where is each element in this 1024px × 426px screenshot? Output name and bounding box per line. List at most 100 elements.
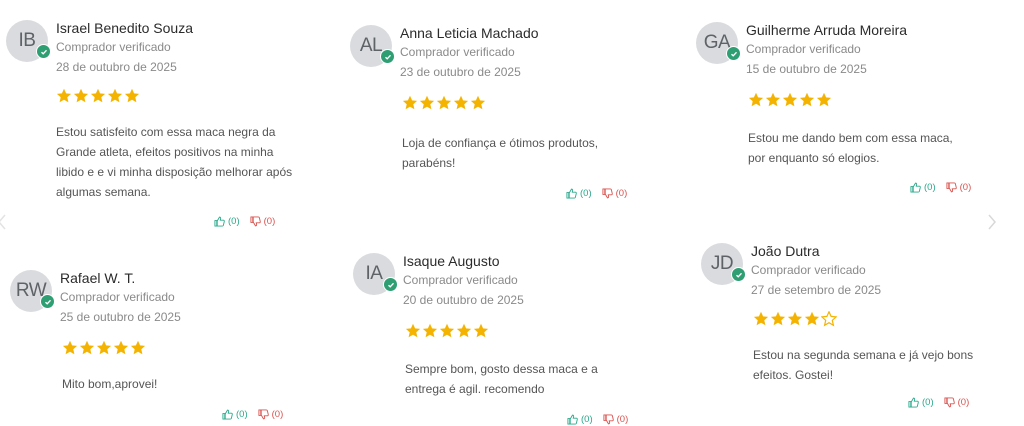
downvote-count: (0) bbox=[263, 216, 276, 227]
star-filled-icon bbox=[470, 95, 486, 110]
upvote-button[interactable]: (0) bbox=[567, 414, 593, 425]
upvote-count: (0) bbox=[580, 188, 592, 199]
avatar: AL bbox=[350, 25, 395, 67]
downvote-count: (0) bbox=[957, 397, 970, 408]
review-text: Estou na segunda semana e já vejo bons e… bbox=[753, 348, 974, 382]
thumbs-up-icon bbox=[910, 182, 921, 193]
review-text: Sempre bom, gosto dessa maca e a entrega… bbox=[405, 362, 598, 396]
carousel-next-button[interactable] bbox=[986, 212, 998, 232]
downvote-count: (0) bbox=[271, 409, 284, 420]
thumbs-up-icon bbox=[222, 409, 233, 420]
star-filled-icon bbox=[748, 92, 764, 107]
star-filled-icon bbox=[799, 92, 815, 107]
chevron-right-icon bbox=[988, 214, 996, 230]
thumbs-down-icon bbox=[603, 414, 614, 425]
upvote-button[interactable]: (0) bbox=[222, 409, 248, 420]
star-empty-icon bbox=[821, 311, 837, 327]
downvote-button[interactable]: (0) bbox=[250, 216, 276, 227]
downvote-button[interactable]: (0) bbox=[602, 188, 628, 199]
thumbs-up-icon bbox=[214, 216, 225, 227]
star-rating bbox=[56, 88, 140, 104]
thumbs-up-icon bbox=[567, 414, 578, 425]
star-filled-icon bbox=[402, 95, 418, 110]
star-filled-icon bbox=[770, 311, 786, 326]
star-filled-icon bbox=[787, 311, 803, 326]
star-filled-icon bbox=[405, 323, 421, 338]
check-circle-icon bbox=[380, 49, 395, 64]
downvote-count: (0) bbox=[616, 414, 629, 425]
avatar: RW bbox=[10, 270, 55, 312]
vote-controls: (0) (0) bbox=[214, 216, 275, 227]
star-filled-icon bbox=[79, 340, 95, 355]
star-filled-icon bbox=[804, 311, 820, 326]
carousel-prev-button[interactable] bbox=[0, 212, 8, 232]
star-filled-icon bbox=[419, 95, 435, 110]
vote-controls: (0) (0) bbox=[566, 188, 627, 199]
star-rating bbox=[405, 323, 489, 339]
thumbs-up-icon bbox=[908, 397, 919, 408]
upvote-count: (0) bbox=[228, 216, 240, 227]
star-rating bbox=[748, 92, 832, 108]
check-circle-icon bbox=[40, 294, 55, 309]
upvote-count: (0) bbox=[236, 409, 248, 420]
star-filled-icon bbox=[130, 340, 146, 355]
downvote-button[interactable]: (0) bbox=[944, 397, 970, 408]
downvote-button[interactable]: (0) bbox=[603, 414, 629, 425]
upvote-count: (0) bbox=[581, 414, 593, 425]
reviewer-name: Anna Leticia Machado bbox=[400, 25, 539, 41]
star-filled-icon bbox=[62, 340, 78, 355]
vote-controls: (0) (0) bbox=[910, 182, 971, 193]
avatar: IB bbox=[6, 20, 51, 62]
review-text: Estou satisfeito com essa maca negra da … bbox=[56, 125, 293, 199]
review-date: 28 de outubro de 2025 bbox=[56, 60, 177, 74]
verified-buyer-label: Comprador verificado bbox=[60, 290, 175, 304]
avatar: GA bbox=[696, 22, 741, 64]
check-circle-icon bbox=[726, 46, 741, 61]
check-circle-icon bbox=[383, 277, 398, 292]
review-text: Estou me dando bem com essa maca, por en… bbox=[748, 131, 953, 165]
star-filled-icon bbox=[816, 92, 832, 107]
star-filled-icon bbox=[456, 323, 472, 338]
chevron-left-icon bbox=[0, 214, 6, 230]
star-filled-icon bbox=[439, 323, 455, 338]
upvote-button[interactable]: (0) bbox=[214, 216, 240, 227]
check-circle-icon bbox=[36, 44, 51, 59]
review-date: 15 de outubro de 2025 bbox=[746, 62, 867, 76]
downvote-button[interactable]: (0) bbox=[946, 182, 971, 193]
review-text: Mito bom,aprovei! bbox=[62, 377, 158, 391]
star-filled-icon bbox=[473, 323, 489, 338]
star-filled-icon bbox=[124, 88, 140, 103]
thumbs-down-icon bbox=[946, 182, 957, 193]
upvote-button[interactable]: (0) bbox=[908, 397, 934, 408]
star-filled-icon bbox=[96, 340, 112, 355]
vote-controls: (0) (0) bbox=[222, 409, 283, 420]
downvote-button[interactable]: (0) bbox=[258, 409, 284, 420]
star-filled-icon bbox=[436, 95, 452, 110]
reviewer-name: Israel Benedito Souza bbox=[56, 20, 193, 36]
thumbs-down-icon bbox=[258, 409, 269, 420]
star-rating bbox=[62, 340, 146, 356]
thumbs-down-icon bbox=[944, 397, 955, 408]
downvote-count: (0) bbox=[615, 188, 628, 199]
thumbs-down-icon bbox=[602, 188, 613, 199]
verified-buyer-label: Comprador verificado bbox=[56, 40, 171, 54]
star-filled-icon bbox=[90, 88, 106, 103]
avatar: JD bbox=[701, 243, 746, 285]
upvote-count: (0) bbox=[924, 182, 936, 193]
reviewer-name: Guilherme Arruda Moreira bbox=[746, 22, 908, 38]
upvote-button[interactable]: (0) bbox=[910, 182, 936, 193]
vote-controls: (0) (0) bbox=[908, 397, 969, 408]
vote-controls: (0) (0) bbox=[567, 414, 628, 425]
upvote-button[interactable]: (0) bbox=[566, 188, 592, 199]
star-filled-icon bbox=[422, 323, 438, 338]
star-filled-icon bbox=[765, 92, 781, 107]
star-filled-icon bbox=[782, 92, 798, 107]
verified-buyer-label: Comprador verificado bbox=[400, 45, 515, 59]
reviewer-name: Isaque Augusto bbox=[403, 253, 500, 269]
review-date: 20 de outubro de 2025 bbox=[403, 293, 524, 307]
star-rating bbox=[753, 311, 837, 327]
verified-buyer-label: Comprador verificado bbox=[746, 42, 861, 56]
star-filled-icon bbox=[73, 88, 89, 103]
avatar: IA bbox=[353, 253, 398, 295]
verified-buyer-label: Comprador verificado bbox=[751, 263, 866, 277]
